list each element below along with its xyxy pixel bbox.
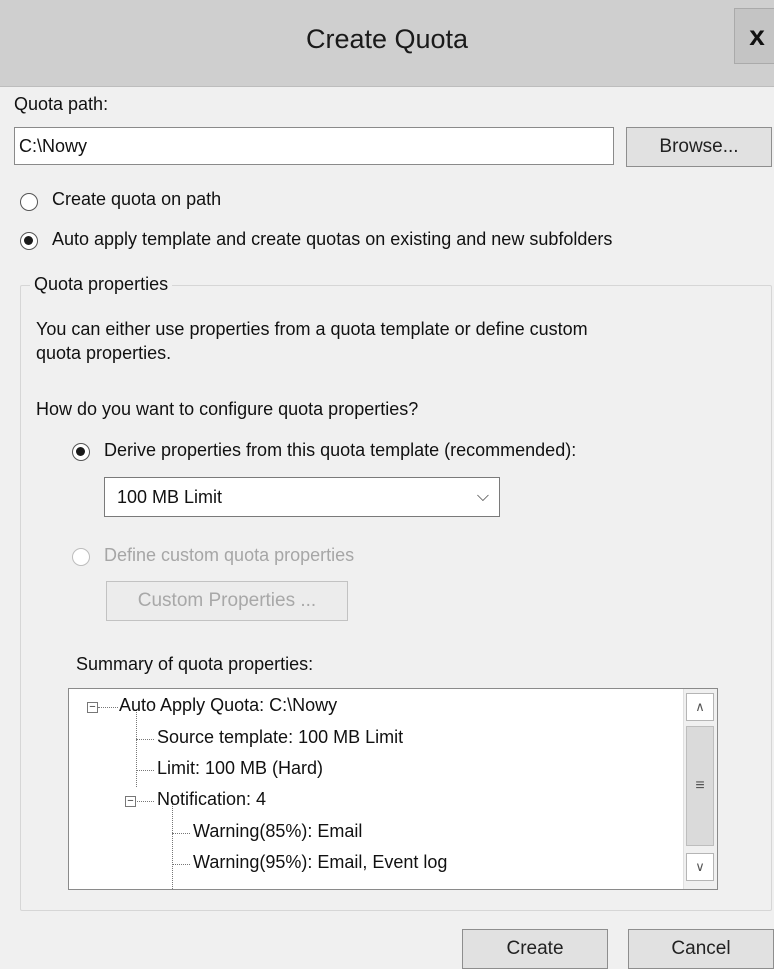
quota-path-value: C:\Nowy [19,136,88,156]
tree-warning-95[interactable]: Warning(95%): Email, Event log [193,852,447,873]
close-button[interactable]: x [734,8,774,64]
tree-limit[interactable]: Limit: 100 MB (Hard) [157,758,323,779]
cancel-button[interactable]: Cancel [628,929,774,969]
window-title: Create Quota [305,24,469,54]
properties-description-line2: quota properties. [36,343,172,363]
radio-custom-properties[interactable] [72,548,90,566]
tree-source-template[interactable]: Source template: 100 MB Limit [157,727,403,748]
title-bar: Create Quota x [0,0,774,87]
quota-path-label: Quota path: [14,94,109,114]
template-select[interactable]: 100 MB Limit ⌵ [104,477,500,517]
tree-connector [172,801,173,889]
tree-connector [172,864,190,865]
radio-custom-properties-label: Define custom quota properties [104,545,355,565]
summary-scrollbar[interactable]: ∧ ≡ ∨ [683,689,717,889]
scrollbar-thumb[interactable]: ≡ [686,726,714,846]
radio-create-on-path-label[interactable]: Create quota on path [52,189,221,210]
create-button[interactable]: Create [462,929,608,969]
tree-connector [172,833,190,834]
minus-box-icon[interactable]: − [125,796,136,807]
radio-derive-template-label[interactable]: Derive properties from this quota templa… [104,440,576,461]
summary-label: Summary of quota properties: [76,654,314,674]
configure-question: How do you want to configure quota prope… [36,399,419,419]
arrow-down-icon[interactable]: ∨ [686,853,714,881]
radio-auto-apply[interactable] [20,232,38,250]
radio-auto-apply-label[interactable]: Auto apply template and create quotas on… [52,229,612,250]
tree-connector [136,709,137,787]
summary-tree[interactable]: − Auto Apply Quota: C:\Nowy Source templ… [68,688,718,890]
template-select-value: 100 MB Limit [117,487,223,507]
arrow-up-icon[interactable]: ∧ [686,693,714,721]
tree-connector [98,707,118,708]
quota-properties-legend: Quota properties [30,274,173,295]
radio-create-on-path[interactable] [20,193,38,211]
tree-connector [136,770,154,771]
tree-warning-85[interactable]: Warning(85%): Email [193,821,362,842]
radio-derive-template[interactable] [72,443,90,461]
close-icon: x [749,20,765,51]
properties-description-line1: You can either use properties from a quo… [36,319,588,339]
tree-notification[interactable]: Notification: 4 [157,789,266,810]
browse-button[interactable]: Browse... [626,127,772,167]
chevron-down-icon: ⌵ [476,488,489,505]
tree-root[interactable]: Auto Apply Quota: C:\Nowy [119,695,337,716]
custom-properties-button[interactable]: Custom Properties ... [106,581,348,621]
tree-connector [134,801,154,802]
minus-box-icon[interactable]: − [87,702,98,713]
quota-path-input[interactable]: C:\Nowy [14,127,614,165]
tree-connector [136,739,154,740]
